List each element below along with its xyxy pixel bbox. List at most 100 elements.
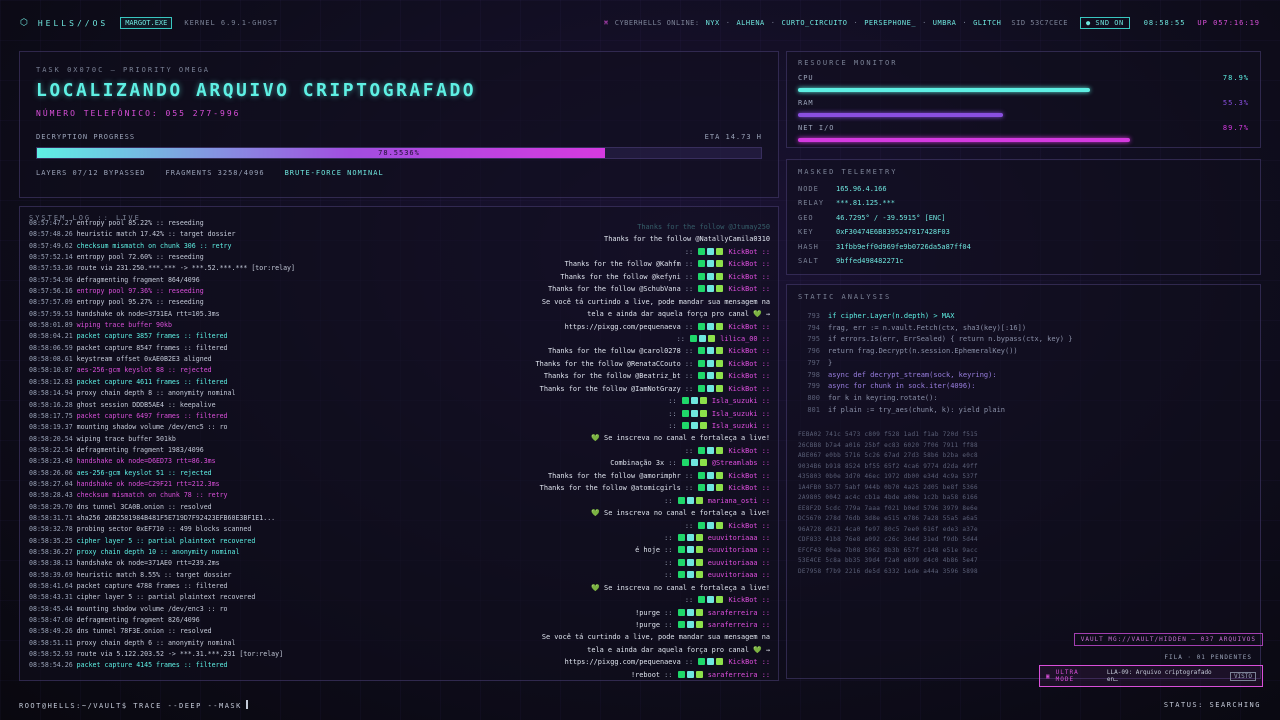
chat-username[interactable]: euuvitoriaaa :: [708,546,770,554]
vault-path[interactable]: VAULT MG://VAULT/HIDDEN — 037 ARQUIVOS [1073,633,1263,646]
log-message: wiping trace buffer 90kb [76,321,172,330]
chat-username[interactable]: lilica_00 :: [720,335,770,343]
task-panel: TASK 0X070C — PRIORITY OMEGA LOCALIZANDO… [19,51,779,198]
badge-icon [695,558,703,566]
user-umbra[interactable]: UMBRA [933,19,957,27]
user-alhena[interactable]: ALHENA [736,19,764,27]
log-message: mounting shadow volume /dev/enc5 :: ro [76,423,228,432]
chat-username[interactable]: euuvitoriaaa :: [708,534,770,542]
chat-message: https://pixgg.com/pequenaeva :: KickBot … [564,322,771,331]
sound-toggle[interactable]: ● SND ON [1079,17,1130,29]
chat-message: :: KickBot :: [684,446,771,455]
code-line: 800 for k in keyring.rotate(): [798,393,1249,405]
badge-icon [699,334,707,342]
hex-line: 1A4FB0 5b77 5abf 944b 0b70 4a25 2d05 be8… [798,483,978,491]
user-persephone[interactable]: PERSEPHONE_ [864,19,916,27]
hex-line: 435803 0b0e 3d70 46ec 1972 db00 e34d 4c9… [798,473,978,481]
log-message: packet capture 4611 frames :: filtered [76,377,228,386]
telemetry-key: RELAY [798,199,825,208]
chat-message: Thanks for the follow @kefyni :: KickBot… [560,272,771,281]
hex-line: EE8F2D 5cdc 779a 7aaa f021 b0ed 5796 397… [798,504,978,512]
chat-message: Thanks for the follow @NatallyCamila0310 [500,233,770,245]
chat-username[interactable]: Isla_suzuki :: [712,422,770,430]
chat-message: :: KickBot :: [684,521,771,530]
log-timestamp: 08:58:31.71 [29,513,73,522]
chat-username[interactable]: @Streamlabs :: [712,459,770,467]
telemetry-title: MASKED TELEMETRY [798,168,898,176]
log-message: keystream offset 0xAE0B2E3 aligned [76,355,212,364]
badge-icon [686,496,694,504]
chat-text: https://pixgg.com/pequenaeva [564,322,681,331]
chat-message: Combinação 3x :: @Streamlabs :: [610,459,770,468]
log-message: proxy chain depth 10 :: anonymity nomina… [76,547,240,556]
chat-username[interactable]: KickBot :: [729,472,771,480]
user-glitch[interactable]: GLITCH [973,19,1001,27]
chat-username[interactable]: KickBot :: [729,484,771,492]
chat-username[interactable]: euuvitoriaaa :: [708,559,770,567]
code-line: 795 if errors.Is(err, ErrSealed) { return… [798,334,1249,346]
user-curto-circuito[interactable]: CURTO_CIRCUITO [781,19,847,27]
chat-username[interactable]: KickBot :: [729,385,771,393]
chat-username[interactable]: KickBot :: [729,285,771,293]
log-timestamp: 08:58:01.89 [29,321,73,330]
chat-text: https://pixgg.com/pequenaeva [564,658,681,667]
seen-button[interactable]: VISTO [1229,671,1256,681]
line-number: 800 [807,393,820,402]
badge-icon [716,322,724,330]
uptime: UP 057:16:19 [1197,19,1260,27]
code-text: async for chunk in sock.iter(4096): [828,382,976,391]
chat-username[interactable]: KickBot :: [729,360,771,368]
badge-icon [690,422,698,429]
telemetry-value: 46.7295° / -39.5915° [ENC] [836,213,946,222]
text-cursor [245,700,248,709]
ultra-mode-notification[interactable]: ▣ ULTRA MODE LLA-09: Arquivo criptografa… [1039,665,1263,687]
resource-row: NET I/O 89.7% [798,124,1249,132]
chat-username[interactable]: saraferreira :: [708,621,770,629]
chat-username[interactable]: Isla_suzuki :: [712,410,770,418]
chat-username[interactable]: KickBot :: [729,372,771,380]
decryption-progress-bar: 78.5536% [36,147,762,159]
chat-username[interactable]: KickBot :: [729,248,771,256]
terminal-prompt[interactable]: ROOT@HELLS:~/VAULT$ TRACE --DEEP --MASK [19,700,248,710]
chat-username[interactable]: mariana_osti :: [708,497,770,505]
process-tag[interactable]: MARGOT.EXE [120,17,173,29]
log-message: proxy chain depth 8 :: anonymity nominal [76,389,236,398]
chat-username[interactable]: KickBot :: [729,522,771,530]
log-message: cipher layer 5 :: partial plaintext reco… [76,593,256,602]
badge-icon [707,272,715,280]
log-timestamp: 08:58:20.54 [29,434,73,443]
badge-icon [698,446,706,454]
chat-message: !purge :: saraferreira :: [635,621,770,629]
chat-message: Thanks for the follow @RenataCCouto :: K… [535,359,771,368]
hex-line: CDF833 41b8 76e8 a092 c26c 3d4d 31ed f9d… [798,536,978,544]
chat-username[interactable]: KickBot :: [729,658,771,666]
chat-username[interactable]: KickBot :: [729,347,771,355]
badge-icon [716,247,724,255]
chat-username[interactable]: KickBot :: [729,273,771,281]
badge-icon [699,409,707,417]
chat-message: :: Isla_suzuki :: [668,397,770,406]
chat-username[interactable]: euuvitoriaaa :: [708,571,770,579]
chat-username[interactable]: KickBot :: [729,447,771,455]
chat-text: Thanks for the follow @Jtumay250 [637,223,770,231]
badge-icon [707,285,715,293]
chat-text: é hoje [635,546,660,555]
log-timestamp: 08:58:41.64 [29,582,73,590]
hex-line: 9034B6 b918 8524 bf55 65f2 4ca6 9774 d2d… [798,462,978,470]
chat-text: !reboot [630,670,660,679]
log-timestamp: 08:58:12.83 [29,377,73,386]
log-message: proxy chain depth 6 :: anonymity nominal [76,638,236,647]
badge-icon [690,334,698,342]
chat-username[interactable]: saraferreira :: [708,671,770,679]
chat-username[interactable]: Isla_suzuki :: [712,397,770,405]
chat-username[interactable]: saraferreira :: [708,609,770,617]
user-nyx[interactable]: NYX [706,19,720,27]
layers-stat: LAYERS 07/12 BYPASSED [36,169,146,177]
chat-username[interactable]: KickBot :: [729,596,771,604]
chat-username[interactable]: KickBot :: [729,260,771,268]
line-number: 793 [807,312,820,320]
chat-username[interactable]: KickBot :: [729,323,771,331]
telemetry-key: HASH [798,242,819,251]
chat-message: :: mariana_osti :: [664,496,770,505]
ultra-mode-label: ULTRA MODE [1055,669,1079,683]
